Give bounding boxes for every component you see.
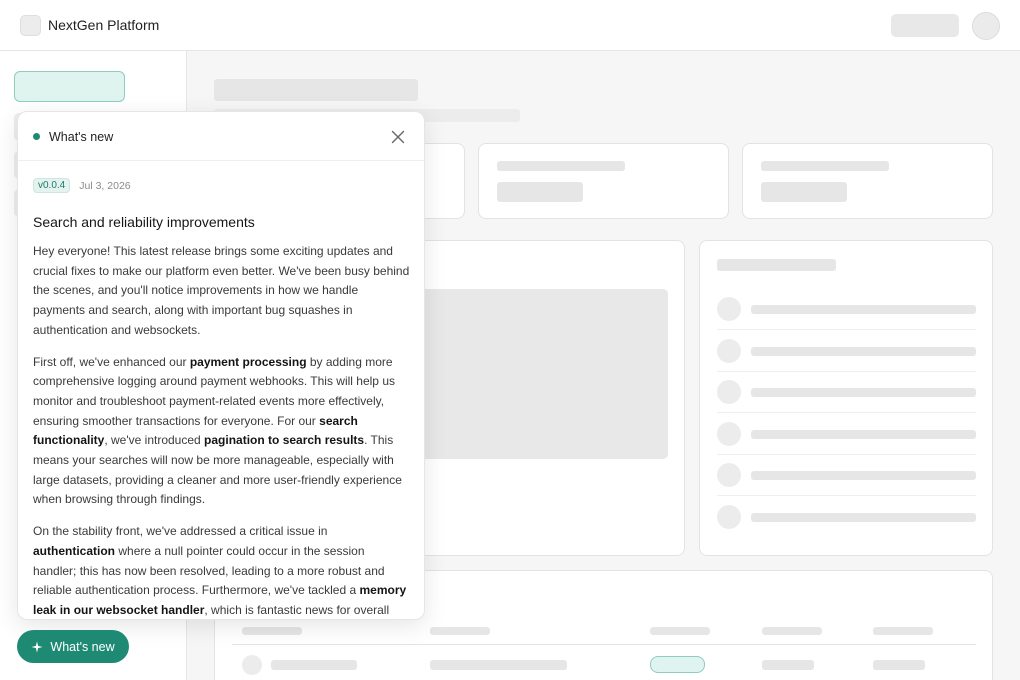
release-paragraph: Hey everyone! This latest release brings…	[33, 244, 410, 337]
status-dot	[33, 133, 40, 140]
highlight-payment: payment processing	[189, 354, 307, 369]
release-paragraph: On the stability front, we've addressed …	[33, 524, 407, 617]
top-bar: NextGen Platform	[0, 0, 1020, 51]
avatar[interactable]	[972, 12, 1000, 40]
release-headline: Search and reliability improvements	[33, 214, 255, 230]
stat-card	[742, 143, 993, 219]
panel-title: What's new	[49, 130, 114, 144]
close-icon[interactable]	[389, 128, 407, 146]
app-title: NextGen Platform	[48, 17, 160, 33]
whats-new-button[interactable]: What's new	[17, 630, 129, 663]
release-meta: v0.0.4 Jul 3, 2026	[33, 178, 411, 193]
release-date: Jul 3, 2026	[79, 179, 131, 192]
release-paragraph: First off, we've enhanced our payment pr…	[33, 354, 402, 507]
whats-new-panel: What's new v0.0.4 Jul 3, 2026 Search and…	[17, 111, 425, 620]
panel-header: What's new	[18, 112, 424, 161]
app-logo	[20, 15, 41, 36]
highlight-auth: authentication	[33, 543, 116, 558]
highlight-pagination: pagination to search results	[204, 433, 365, 448]
stat-card	[478, 143, 729, 219]
activity-card	[699, 240, 993, 556]
sidebar-item-active[interactable]	[14, 71, 125, 102]
version-badge: v0.0.4	[33, 178, 71, 193]
page-title-placeholder	[214, 79, 418, 101]
whats-new-button-label: What's new	[50, 639, 115, 654]
top-action-placeholder[interactable]	[891, 14, 959, 37]
panel-body: v0.0.4 Jul 3, 2026 Search and reliabilit…	[33, 178, 411, 619]
sparkle-icon	[31, 641, 43, 652]
